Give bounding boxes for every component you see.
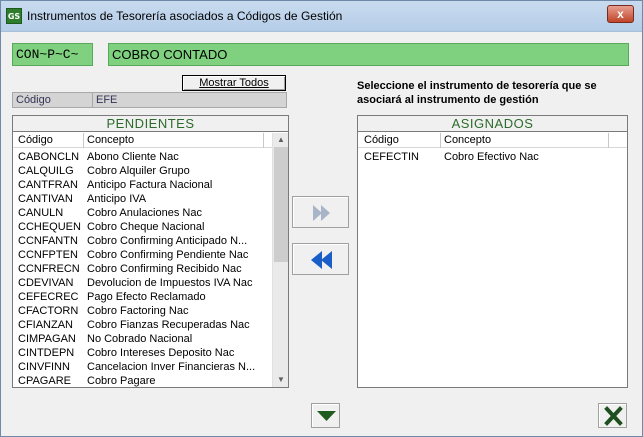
- assigned-column-header: Código Concepto: [358, 133, 627, 148]
- list-item[interactable]: CCNFANTN Cobro Confirming Anticipado N...: [13, 234, 272, 248]
- list-item[interactable]: CINTDEPN Cobro Intereses Deposito Nac: [13, 346, 272, 360]
- close-button[interactable]: [598, 403, 627, 428]
- item-concept: Cobro Confirming Anticipado N...: [87, 235, 248, 247]
- item-concept: Devolucion de Impuestos IVA Nac: [87, 277, 253, 289]
- list-item[interactable]: CEFECTIN Cobro Efectivo Nac: [358, 150, 627, 164]
- item-concept: Cobro Intereses Deposito Nac: [87, 347, 235, 359]
- item-code: CALQUILG: [18, 165, 74, 177]
- item-concept: Cobro Fianzas Recuperadas Nac: [87, 319, 250, 331]
- item-code: CANTFRAN: [18, 179, 78, 191]
- item-concept: Cobro Confirming Recibido Nac: [87, 263, 242, 275]
- column-code[interactable]: Código: [364, 133, 399, 147]
- item-concept: No Cobrado Nacional: [87, 333, 193, 345]
- item-code: CEFECREC: [18, 291, 79, 303]
- list-item[interactable]: CANTIVAN Anticipo IVA: [13, 192, 272, 206]
- item-code: CCNFANTN: [18, 235, 78, 247]
- management-code-field: CON~P~C~: [12, 43, 93, 66]
- column-divider[interactable]: [263, 133, 264, 148]
- item-concept: Cobro Confirming Pendiente Nac: [87, 249, 249, 261]
- filter-label: Código: [16, 94, 51, 106]
- list-item[interactable]: CINVFINN Cancelacion Inver Financieras N.…: [13, 360, 272, 374]
- list-item[interactable]: CCNFRECN Cobro Confirming Recibido Nac: [13, 262, 272, 276]
- item-code: CCNFPTEN: [18, 249, 78, 261]
- item-code: CIMPAGAN: [18, 333, 76, 345]
- item-concept: Anticipo IVA: [87, 193, 147, 205]
- management-name-field: COBRO CONTADO: [108, 43, 629, 66]
- item-code: CINVFINN: [18, 361, 70, 373]
- item-code: CANTIVAN: [18, 193, 73, 205]
- item-code: CEFECTIN: [364, 151, 419, 163]
- list-item[interactable]: CANTFRAN Anticipo Factura Nacional: [13, 178, 272, 192]
- move-down-button[interactable]: [311, 403, 340, 428]
- list-item[interactable]: CDEVIVAN Devolucion de Impuestos IVA Nac: [13, 276, 272, 290]
- app-logo-icon: GS: [6, 8, 22, 24]
- pending-title: PENDIENTES: [13, 116, 288, 132]
- column-concept[interactable]: Concepto: [87, 133, 134, 147]
- list-item[interactable]: CEFECREC Pago Efecto Reclamado: [13, 290, 272, 304]
- assigned-list[interactable]: CEFECTIN Cobro Efectivo Nac: [358, 150, 627, 164]
- scroll-thumb[interactable]: [274, 147, 288, 262]
- item-concept: Cobro Efectivo Nac: [444, 151, 539, 163]
- item-concept: Cobro Anulaciones Nac: [87, 207, 202, 219]
- item-concept: Cancelacion Inver Financieras N...: [87, 361, 256, 373]
- x-close-icon: [604, 406, 623, 426]
- pending-column-header: Código Concepto: [13, 133, 272, 148]
- column-code[interactable]: Código: [18, 133, 53, 147]
- column-divider[interactable]: [83, 133, 84, 148]
- unassign-button[interactable]: [292, 243, 349, 275]
- pending-scrollbar[interactable]: ▲ ▼: [272, 133, 288, 387]
- title-bar[interactable]: GS Instrumentos de Tesorería asociados a…: [1, 1, 642, 32]
- list-item[interactable]: CFACTORN Cobro Factoring Nac: [13, 304, 272, 318]
- item-code: CINTDEPN: [18, 347, 75, 359]
- item-code: CFACTORN: [18, 305, 79, 317]
- assigned-panel: ASIGNADOS Código Concepto CEFECTIN Cobro …: [357, 115, 628, 388]
- list-item[interactable]: CCNFPTEN Cobro Confirming Pendiente Nac: [13, 248, 272, 262]
- double-chevron-right-icon: [313, 205, 330, 221]
- window-close-button[interactable]: x: [607, 5, 634, 23]
- item-code: CDEVIVAN: [18, 277, 74, 289]
- list-item[interactable]: CABONCLN Abono Cliente Nac: [13, 150, 272, 164]
- item-concept: Cobro Pagare: [87, 375, 156, 387]
- item-code: CCNFRECN: [18, 263, 80, 275]
- show-all-button[interactable]: Mostrar Todos: [182, 75, 286, 91]
- pending-panel: PENDIENTES Código Concepto CABONCLN Abono…: [12, 115, 289, 388]
- item-concept: Cobro Cheque Nacional: [87, 221, 205, 233]
- item-code: CCHEQUEN: [18, 221, 81, 233]
- scroll-down-arrow-icon[interactable]: ▼: [273, 373, 289, 387]
- list-item[interactable]: CIMPAGAN No Cobrado Nacional: [13, 332, 272, 346]
- list-item[interactable]: CPAGARE Cobro Pagare: [13, 374, 272, 388]
- code-filter-row[interactable]: Código EFE: [12, 92, 287, 108]
- dialog-window: GS Instrumentos de Tesorería asociados a…: [0, 0, 643, 437]
- instructions-text: Seleccione el instrumento de tesorería q…: [357, 80, 597, 106]
- item-concept: Anticipo Factura Nacional: [87, 179, 213, 191]
- filter-divider: [92, 93, 93, 107]
- window-title: Instrumentos de Tesorería asociados a Có…: [27, 9, 343, 23]
- triangle-down-icon: [317, 411, 336, 421]
- assign-button[interactable]: [292, 196, 349, 228]
- list-item[interactable]: CALQUILG Cobro Alquiler Grupo: [13, 164, 272, 178]
- item-code: CABONCLN: [18, 151, 80, 163]
- column-divider[interactable]: [440, 133, 441, 148]
- list-item[interactable]: CFIANZAN Cobro Fianzas Recuperadas Nac: [13, 318, 272, 332]
- filter-value[interactable]: EFE: [96, 94, 117, 106]
- item-code: CANULN: [18, 207, 64, 219]
- list-item[interactable]: CCHEQUEN Cobro Cheque Nacional: [13, 220, 272, 234]
- double-chevron-left-icon: [311, 251, 332, 269]
- item-concept: Abono Cliente Nac: [87, 151, 179, 163]
- item-concept: Cobro Alquiler Grupo: [87, 165, 190, 177]
- list-item[interactable]: CANULN Cobro Anulaciones Nac: [13, 206, 272, 220]
- column-concept[interactable]: Concepto: [444, 133, 491, 147]
- item-concept: Pago Efecto Reclamado: [87, 291, 206, 303]
- item-concept: Cobro Factoring Nac: [87, 305, 189, 317]
- scroll-up-arrow-icon[interactable]: ▲: [273, 133, 289, 147]
- item-code: CFIANZAN: [18, 319, 73, 331]
- pending-list[interactable]: CABONCLN Abono Cliente Nac CALQUILG Cobro A…: [13, 150, 272, 388]
- column-divider[interactable]: [608, 133, 609, 148]
- item-code: CPAGARE: [18, 375, 71, 387]
- assigned-title: ASIGNADOS: [358, 116, 627, 132]
